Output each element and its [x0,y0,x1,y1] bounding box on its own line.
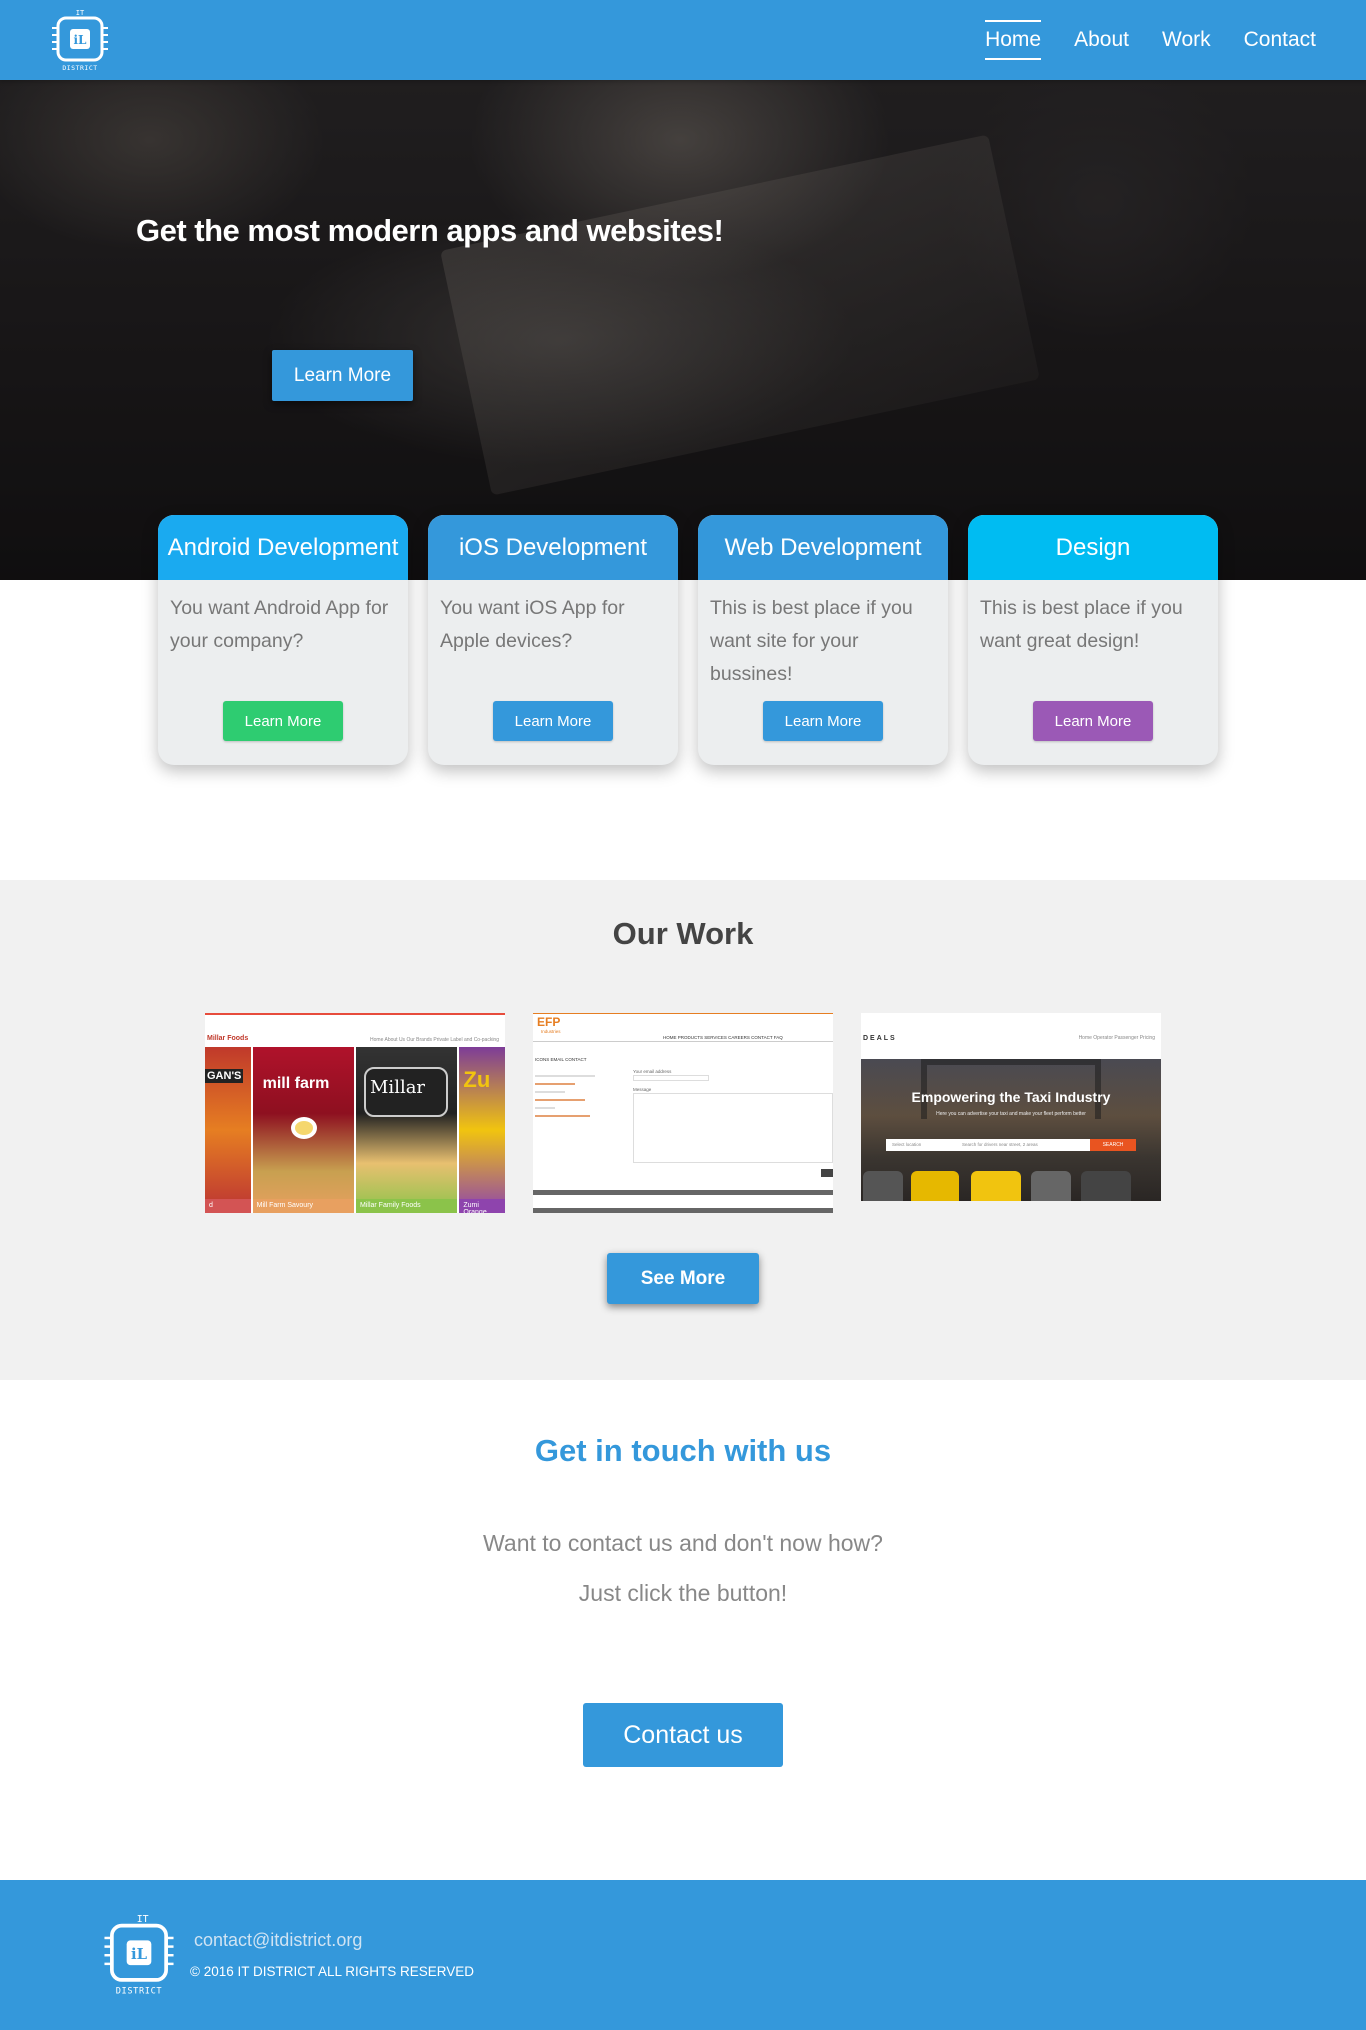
hero-banner: Get the most modern apps and websites! L… [0,80,1366,580]
our-work-section: Our Work Millar Foods Home About Us Our … [0,880,1366,1380]
svg-text:iL: iL [131,1946,148,1963]
nav-link-home[interactable]: Home [985,18,1042,62]
thumb-tile: Zu Zumi Orange [459,1047,505,1213]
service-card-text: You want Android App for your company? [170,597,389,652]
service-card-ios: iOS Development You want iOS App for App… [428,515,678,765]
footer-copyright: © 2016 IT DISTRICT ALL RIGHTS RESERVED [190,1964,475,1979]
svg-text:DISTRICT: DISTRICT [116,1986,162,1996]
hero-learn-more-button[interactable]: Learn More [272,350,413,401]
service-card-text: You want iOS App for Apple devices? [440,597,625,652]
service-card-title: Web Development [698,515,948,580]
service-card-text: This is best place if you want great des… [980,597,1183,652]
thumb-tile: GAN'S d [205,1047,251,1213]
thumb-logo: EFP [537,1015,561,1029]
thumb-brand: Millar Foods [207,1035,249,1042]
contact-title: Get in touch with us [534,1433,832,1468]
service-card-design: Design This is best place if you want gr… [968,515,1218,765]
nav-links: Home About Work Contact [985,0,1316,80]
svg-text:DISTRICT: DISTRICT [62,64,97,72]
work-thumbnail-efp[interactable]: EFP Industries HOME PRODUCTS SERVICES CA… [533,1013,833,1213]
thumb-hero-image: Empowering the Taxi Industry Here you ca… [861,1059,1161,1201]
thumb-nav: Home Operator Passenger Pricing [1078,1035,1155,1041]
footer-logo-icon: IT iL DISTRICT [104,1914,174,1996]
hero-title: Get the most modern apps and websites! [136,213,724,248]
thumb-tile: Millar Millar Family Foods [356,1047,458,1213]
footer: IT iL DISTRICT contact@itdistrict.org © … [0,1880,1366,2030]
contact-text-line-2: Just click the button! [578,1580,788,1606]
work-thumbnail-millar[interactable]: Millar Foods Home About Us Our Brands Pr… [205,1013,505,1213]
thumb-brand: DEALS [863,1035,897,1042]
android-learn-more-button[interactable]: Learn More [223,701,343,741]
work-thumbnail-taxi[interactable]: DEALS Home Operator Passenger Pricing Em… [861,1013,1161,1201]
nav-link-work[interactable]: Work [1162,18,1211,62]
web-learn-more-button[interactable]: Learn More [763,701,883,741]
it-district-logo-icon[interactable]: IT iL DISTRICT [50,8,110,72]
design-learn-more-button[interactable]: Learn More [1033,701,1153,741]
nav-link-about[interactable]: About [1074,18,1129,62]
see-more-button[interactable]: See More [607,1253,759,1304]
services-cards: Android Development You want Android App… [158,515,1218,765]
thumb-tile: mill farm Mill Farm Savoury [252,1047,354,1213]
service-card-text: This is best place if you want site for … [710,597,913,685]
thumb-nav: Home About Us Our Brands Private Label a… [370,1037,499,1043]
svg-text:iL: iL [74,33,88,47]
contact-text-line-1: Want to contact us and don't now how? [483,1530,883,1556]
nav-link-contact[interactable]: Contact [1244,18,1316,62]
svg-text:IT: IT [137,1914,149,1925]
our-work-title: Our Work [612,916,754,951]
service-card-web: Web Development This is best place if yo… [698,515,948,765]
service-card-title: iOS Development [428,515,678,580]
footer-email-link[interactable]: contact@itdistrict.org [194,1930,362,1951]
service-card-android: Android Development You want Android App… [158,515,408,765]
svg-text:IT: IT [76,9,85,17]
ios-learn-more-button[interactable]: Learn More [493,701,613,741]
service-card-title: Android Development [158,515,408,580]
contact-us-button[interactable]: Contact us [583,1703,783,1767]
top-navbar: IT iL DISTRICT Home About Work Contact [0,0,1366,80]
service-card-title: Design [968,515,1218,580]
